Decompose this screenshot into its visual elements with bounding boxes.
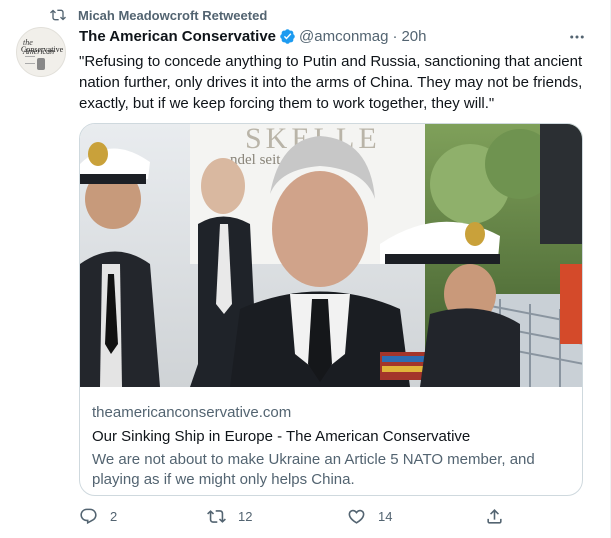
separator-dot: ·: [392, 28, 398, 45]
retweet-icon: [50, 9, 66, 21]
card-description: We are not about to make Ukraine an Arti…: [92, 451, 535, 488]
verified-badge-icon: [280, 29, 295, 44]
more-dots-icon: [570, 35, 584, 39]
tweet-header: The American Conservative @amconmag · 20…: [79, 28, 427, 45]
share-button[interactable]: [485, 507, 516, 526]
tweet-actions: 2 12 14: [79, 507, 509, 531]
card-image: SKELLE ndel seit 1405: [80, 124, 582, 387]
retweet-count: 12: [238, 509, 253, 524]
card-photo-illustration: SKELLE ndel seit 1405: [80, 124, 582, 387]
card-meta: theamericanconservative.com Our Sinking …: [92, 403, 570, 490]
avatar-masthead-line2: Conservative: [21, 45, 64, 54]
avatar-text-lines: [25, 56, 35, 64]
retweet-context[interactable]: Micah Meadowcroft Retweeted: [50, 7, 267, 23]
avatar[interactable]: the American Conservative: [16, 27, 66, 77]
card-domain: theamericanconservative.com: [92, 404, 292, 421]
tweet-article[interactable]: Micah Meadowcroft Retweeted the American…: [0, 0, 611, 538]
author-handle[interactable]: @amconmag: [299, 28, 388, 45]
retweet-label: Micah Meadowcroft Retweeted: [78, 7, 268, 23]
reply-count: 2: [110, 509, 118, 524]
avatar-can-graphic: [37, 58, 45, 70]
heart-icon: [348, 509, 365, 524]
like-button[interactable]: 14: [347, 507, 392, 526]
link-card[interactable]: SKELLE ndel seit 1405: [79, 123, 583, 496]
card-title: Our Sinking Ship in Europe - The America…: [92, 428, 471, 445]
more-options-button[interactable]: [568, 28, 588, 42]
share-icon: [487, 509, 502, 524]
reply-button[interactable]: 2: [79, 507, 117, 526]
retweet-action-icon: [207, 510, 226, 523]
tweet-timestamp[interactable]: 20h: [401, 28, 426, 45]
like-count: 14: [378, 509, 393, 524]
tweet-text: "Refusing to concede anything to Putin a…: [79, 53, 583, 112]
author-name[interactable]: The American Conservative: [79, 28, 276, 45]
retweet-button[interactable]: 12: [207, 507, 252, 526]
reply-icon: [80, 508, 97, 525]
